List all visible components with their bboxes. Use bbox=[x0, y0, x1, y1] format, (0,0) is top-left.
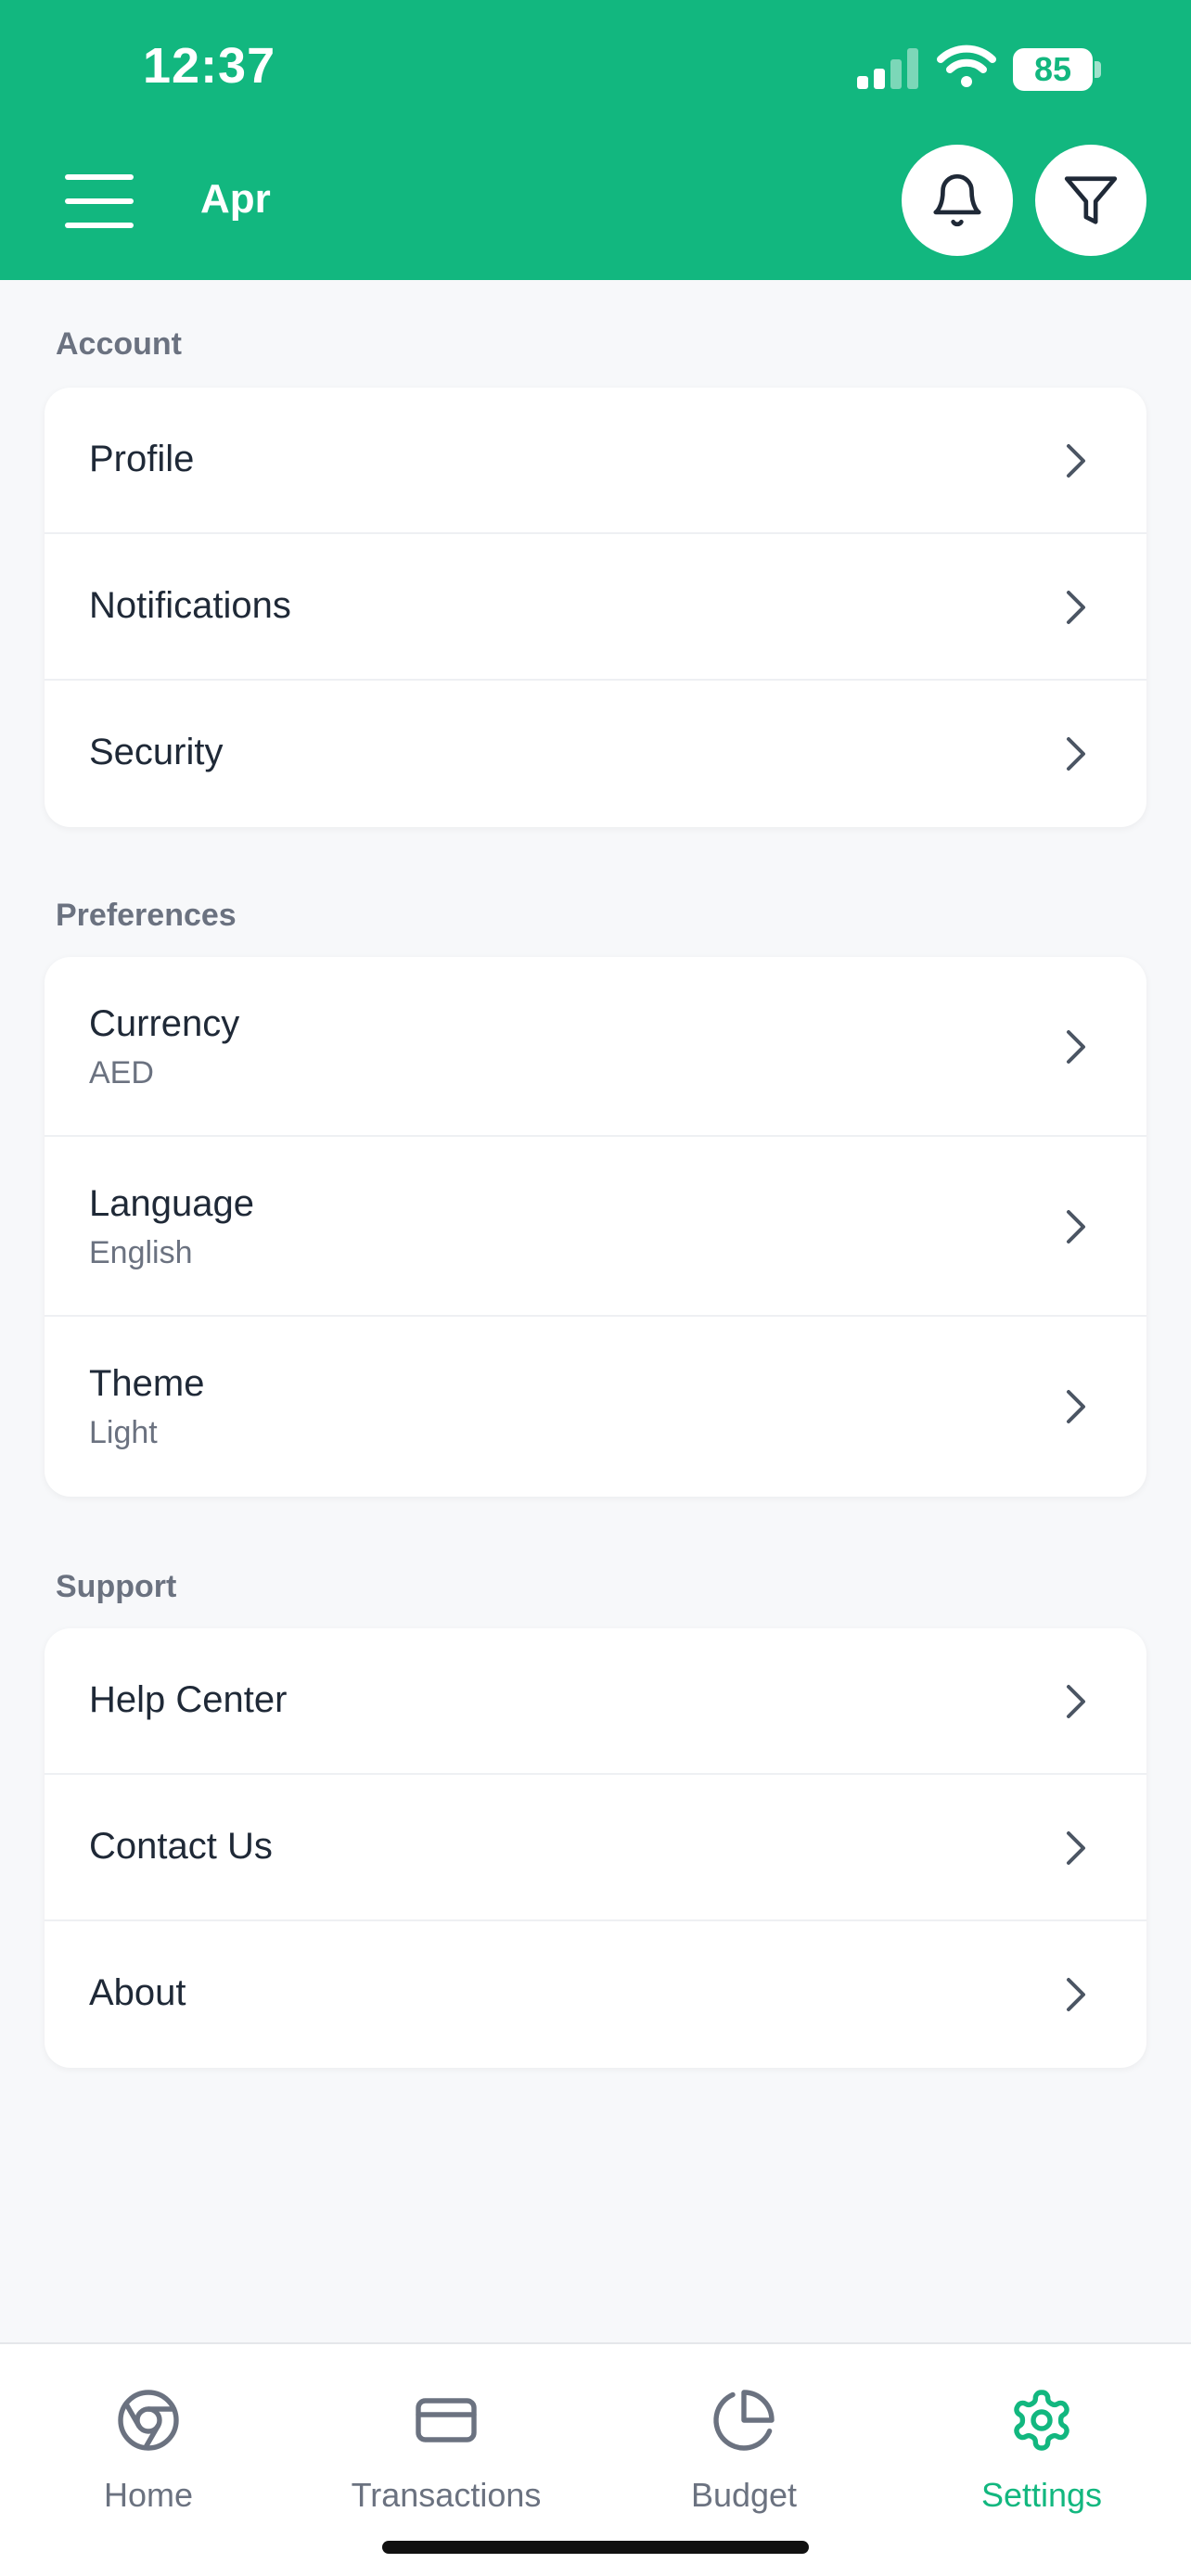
filter-icon bbox=[1064, 176, 1118, 224]
settings-row-theme[interactable]: Theme Light bbox=[45, 1317, 1146, 1497]
wifi-icon bbox=[937, 45, 996, 87]
tab-label: Settings bbox=[980, 2476, 1103, 2514]
row-title: Contact Us bbox=[89, 1826, 273, 1867]
battery-tip bbox=[1095, 61, 1101, 78]
app-header: 12:37 85 Apr bbox=[0, 0, 1191, 280]
settings-row-help-center[interactable]: Help Center bbox=[45, 1628, 1146, 1775]
support-card: Help Center Contact Us About bbox=[45, 1628, 1146, 2068]
filter-button[interactable] bbox=[1035, 145, 1146, 256]
pie-chart-icon bbox=[713, 2390, 775, 2451]
chevron-right-icon bbox=[1067, 1390, 1085, 1423]
tab-home[interactable]: Home bbox=[28, 2387, 269, 2526]
chevron-right-icon bbox=[1067, 1210, 1085, 1243]
row-title: Help Center bbox=[89, 1679, 288, 1720]
notifications-button[interactable] bbox=[902, 145, 1013, 256]
header-title: Apr bbox=[200, 176, 271, 222]
settings-row-contact-us[interactable]: Contact Us bbox=[45, 1775, 1146, 1921]
chevron-right-icon bbox=[1067, 1978, 1085, 2011]
chevron-right-icon bbox=[1067, 1685, 1085, 1718]
settings-row-notifications[interactable]: Notifications bbox=[45, 534, 1146, 681]
row-value: English bbox=[89, 1235, 193, 1270]
section-label-account: Account bbox=[56, 326, 182, 362]
hamburger-menu-icon[interactable] bbox=[65, 172, 134, 230]
preferences-card: Currency AED Language English Theme Ligh… bbox=[45, 957, 1146, 1497]
row-value: Light bbox=[89, 1415, 158, 1450]
home-icon bbox=[118, 2390, 179, 2451]
status-time: 12:37 bbox=[143, 38, 276, 94]
bell-icon bbox=[933, 173, 981, 227]
row-title: Theme bbox=[89, 1363, 205, 1404]
tab-transactions[interactable]: Transactions bbox=[326, 2387, 567, 2526]
chevron-right-icon bbox=[1067, 1831, 1085, 1865]
row-title: Currency bbox=[89, 1003, 240, 1044]
settings-row-about[interactable]: About bbox=[45, 1921, 1146, 2068]
gear-icon bbox=[1014, 2390, 1069, 2451]
cellular-signal-icon bbox=[857, 48, 918, 89]
chevron-right-icon bbox=[1067, 737, 1085, 771]
battery-level: 85 bbox=[1013, 48, 1093, 91]
tab-budget[interactable]: Budget bbox=[623, 2387, 864, 2526]
chevron-right-icon bbox=[1067, 591, 1085, 624]
tab-label: Home bbox=[103, 2476, 194, 2514]
battery-indicator: 85 bbox=[1013, 48, 1102, 91]
settings-row-currency[interactable]: Currency AED bbox=[45, 957, 1146, 1137]
settings-row-security[interactable]: Security bbox=[45, 681, 1146, 827]
settings-row-profile[interactable]: Profile bbox=[45, 388, 1146, 534]
tab-settings[interactable]: Settings bbox=[921, 2387, 1162, 2526]
row-title: Profile bbox=[89, 439, 195, 479]
status-bar: 12:37 85 bbox=[0, 0, 1191, 139]
row-title: About bbox=[89, 1972, 186, 2013]
chevron-right-icon bbox=[1067, 444, 1085, 478]
tab-label: Transactions bbox=[351, 2476, 542, 2514]
row-title: Security bbox=[89, 732, 224, 772]
card-icon bbox=[416, 2398, 477, 2442]
row-title: Language bbox=[89, 1183, 254, 1224]
section-label-preferences: Preferences bbox=[56, 898, 237, 933]
section-label-support: Support bbox=[56, 1569, 177, 1604]
account-card: Profile Notifications Security bbox=[45, 388, 1146, 827]
home-indicator bbox=[382, 2541, 809, 2554]
row-title: Notifications bbox=[89, 585, 291, 626]
chevron-right-icon bbox=[1067, 1030, 1085, 1064]
row-value: AED bbox=[89, 1055, 154, 1090]
tab-label: Budget bbox=[690, 2476, 798, 2514]
settings-row-language[interactable]: Language English bbox=[45, 1137, 1146, 1317]
